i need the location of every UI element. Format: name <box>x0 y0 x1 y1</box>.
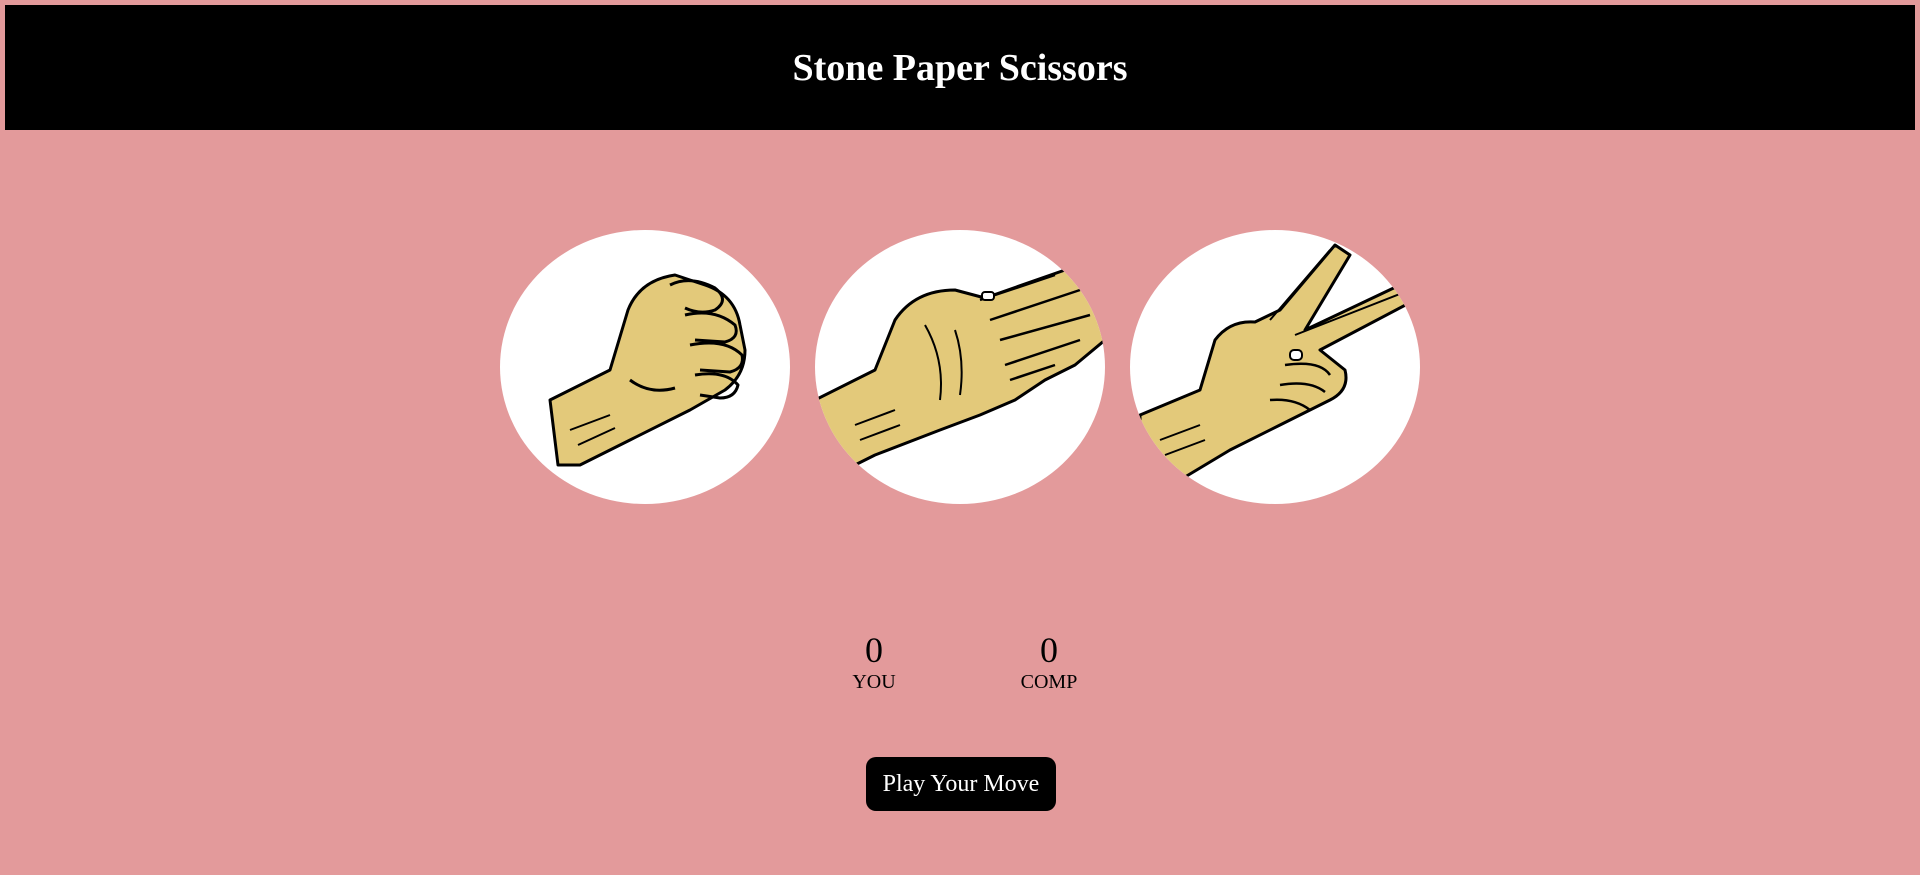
comp-score-label: COMP <box>1020 671 1078 693</box>
comp-score-value: 0 <box>1040 630 1058 670</box>
choice-paper[interactable] <box>815 230 1105 504</box>
user-score-label: YOU <box>852 671 896 693</box>
victory-hand-icon <box>1138 243 1417 492</box>
user-score: 0 YOU <box>804 630 944 694</box>
choice-scissors[interactable] <box>1130 230 1420 504</box>
user-score-value: 0 <box>865 630 883 670</box>
header-bar: Stone Paper Scissors <box>5 5 1915 130</box>
choices-row <box>5 230 1915 504</box>
fist-icon <box>548 273 747 467</box>
page-title: Stone Paper Scissors <box>792 46 1128 89</box>
choice-stone[interactable] <box>500 230 790 504</box>
game-frame: Stone Paper Scissors 0 YOU 0 COMP Play Y… <box>5 5 1915 875</box>
open-hand-icon <box>815 268 1105 477</box>
score-board: 0 YOU 0 COMP <box>5 630 1915 700</box>
comp-score: 0 COMP <box>979 630 1119 694</box>
play-your-move-button[interactable]: Play Your Move <box>866 757 1056 811</box>
